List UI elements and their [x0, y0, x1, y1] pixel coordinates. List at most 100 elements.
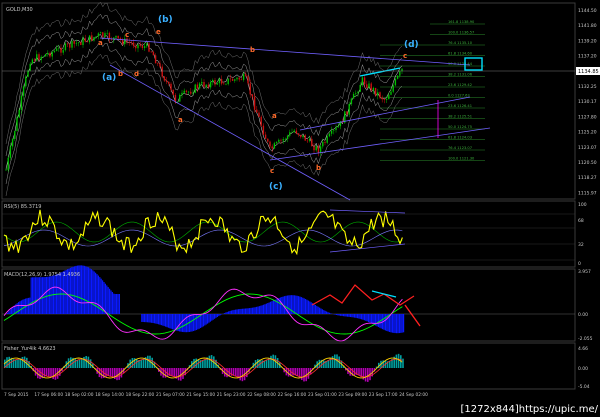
candle-body: [196, 84, 199, 89]
candle-body: [14, 130, 16, 140]
candle-body: [29, 63, 31, 71]
candle-body: [225, 84, 227, 85]
macd-histogram-bar: [60, 272, 62, 314]
macd-histogram-bar: [145, 314, 147, 323]
fisher-histogram-bar: [8, 356, 10, 368]
fisher-histogram-bar: [397, 353, 400, 368]
candle-body: [229, 78, 232, 80]
chart-symbol-label: GOLD,M30: [6, 7, 33, 13]
candle-body: [295, 130, 298, 134]
fisher-histogram-bar: [74, 359, 76, 368]
candle-body: [22, 86, 25, 96]
candle-body: [93, 37, 95, 41]
fisher-histogram-bar: [364, 368, 367, 382]
price-tick-label: 1120.50: [578, 160, 597, 166]
trading-chart-canvas[interactable]: 161.8 1138.90 100.0 1136.57 76.4 1135.10 61…: [0, 0, 600, 417]
macd-histogram-bar: [309, 301, 311, 314]
candle-body: [165, 80, 168, 82]
macd-histogram-bar: [299, 296, 301, 314]
macd-histogram-bar: [104, 283, 106, 314]
candle-body: [357, 91, 359, 94]
candle-body: [168, 81, 170, 84]
price-tick-label: 1144.50: [578, 8, 597, 14]
fib-level-label: 76.4 1123.07: [448, 146, 472, 150]
candle-body: [198, 83, 201, 89]
candle-body: [315, 146, 317, 151]
candle-body: [370, 83, 372, 91]
fib-level-label: 0.0 1127.63: [448, 94, 470, 98]
candle-body: [203, 81, 205, 87]
candle-body: [18, 109, 20, 118]
candle-body: [154, 55, 157, 64]
macd-histogram-bar: [257, 306, 259, 314]
candle-body: [187, 91, 190, 93]
price-tick-label: 1115.97: [578, 190, 597, 196]
candle-body: [350, 98, 353, 104]
macd-histogram-bar: [200, 314, 202, 328]
fisher-histogram-bar: [195, 358, 197, 368]
wave-label: a: [178, 116, 183, 124]
current-price-value: 1134.85: [578, 69, 599, 75]
macd-histogram-bar: [223, 313, 225, 314]
candle-body: [348, 103, 350, 115]
fisher-histogram-bar: [142, 358, 145, 368]
macd-histogram-bar: [334, 314, 336, 315]
candle-body: [366, 84, 368, 88]
macd-histogram-bar: [321, 309, 323, 314]
candle-body: [330, 130, 333, 134]
macd-histogram-bar: [166, 314, 168, 328]
candle-body: [399, 71, 401, 76]
candle-body: [218, 79, 221, 84]
macd-histogram-bar: [89, 268, 91, 314]
macd-histogram-bar: [218, 314, 220, 317]
fisher-histogram-bar: [296, 368, 299, 377]
candle-body: [31, 59, 34, 64]
macd-histogram-bar: [114, 294, 116, 314]
macd-histogram-bar: [116, 294, 118, 314]
candle-body: [141, 45, 144, 49]
fisher-histogram-bar: [85, 355, 87, 368]
candle-body: [392, 85, 394, 92]
macd-histogram-bar: [93, 271, 95, 314]
macd-histogram-bar: [384, 314, 386, 331]
fib-level-label: 23.6 1129.42: [448, 83, 472, 87]
fisher-histogram-bar: [263, 360, 266, 368]
candle-body: [161, 66, 163, 77]
wave-label: c: [125, 31, 129, 39]
macd-histogram-bar: [167, 314, 169, 328]
macd-histogram-bar: [18, 302, 20, 314]
candle-body: [234, 79, 236, 81]
candle-body: [42, 56, 45, 58]
wave-label: (c): [269, 182, 283, 192]
macd-histogram-bar: [268, 302, 270, 314]
candle-body: [190, 91, 192, 94]
rsi-tick-label: 32: [578, 242, 584, 248]
macd-histogram-bar: [208, 314, 210, 323]
candle-body: [372, 87, 375, 91]
candle-body: [209, 82, 212, 88]
fisher-tick-label: -5.04: [578, 384, 590, 390]
macd-histogram-bar: [328, 312, 330, 314]
time-tick-label: 18 Sep 22:00: [126, 392, 155, 398]
candle-body: [38, 54, 40, 60]
fisher-histogram-bar: [177, 368, 180, 381]
macd-histogram-bar: [156, 314, 158, 324]
macd-histogram-bar: [298, 296, 300, 314]
macd-tick-label: -2.055: [578, 336, 593, 342]
macd-histogram-bar: [369, 314, 371, 323]
macd-histogram-bar: [281, 296, 283, 314]
candle-body: [300, 134, 302, 138]
macd-histogram-bar: [9, 309, 11, 314]
macd-histogram-bar: [271, 301, 273, 314]
macd-histogram-bar: [90, 269, 92, 314]
macd-histogram-bar: [36, 277, 38, 314]
fib-level-label: 38.2 1131.06: [448, 73, 473, 77]
fisher-histogram-bar: [323, 360, 325, 368]
candle-body: [396, 75, 399, 79]
macd-histogram-bar: [267, 303, 269, 314]
time-tick-label: 17 Sep 06:00: [34, 392, 63, 398]
candle-body: [62, 50, 64, 53]
candle-body: [216, 83, 218, 85]
macd-histogram-bar: [274, 299, 276, 314]
macd-histogram-bar: [148, 314, 150, 323]
